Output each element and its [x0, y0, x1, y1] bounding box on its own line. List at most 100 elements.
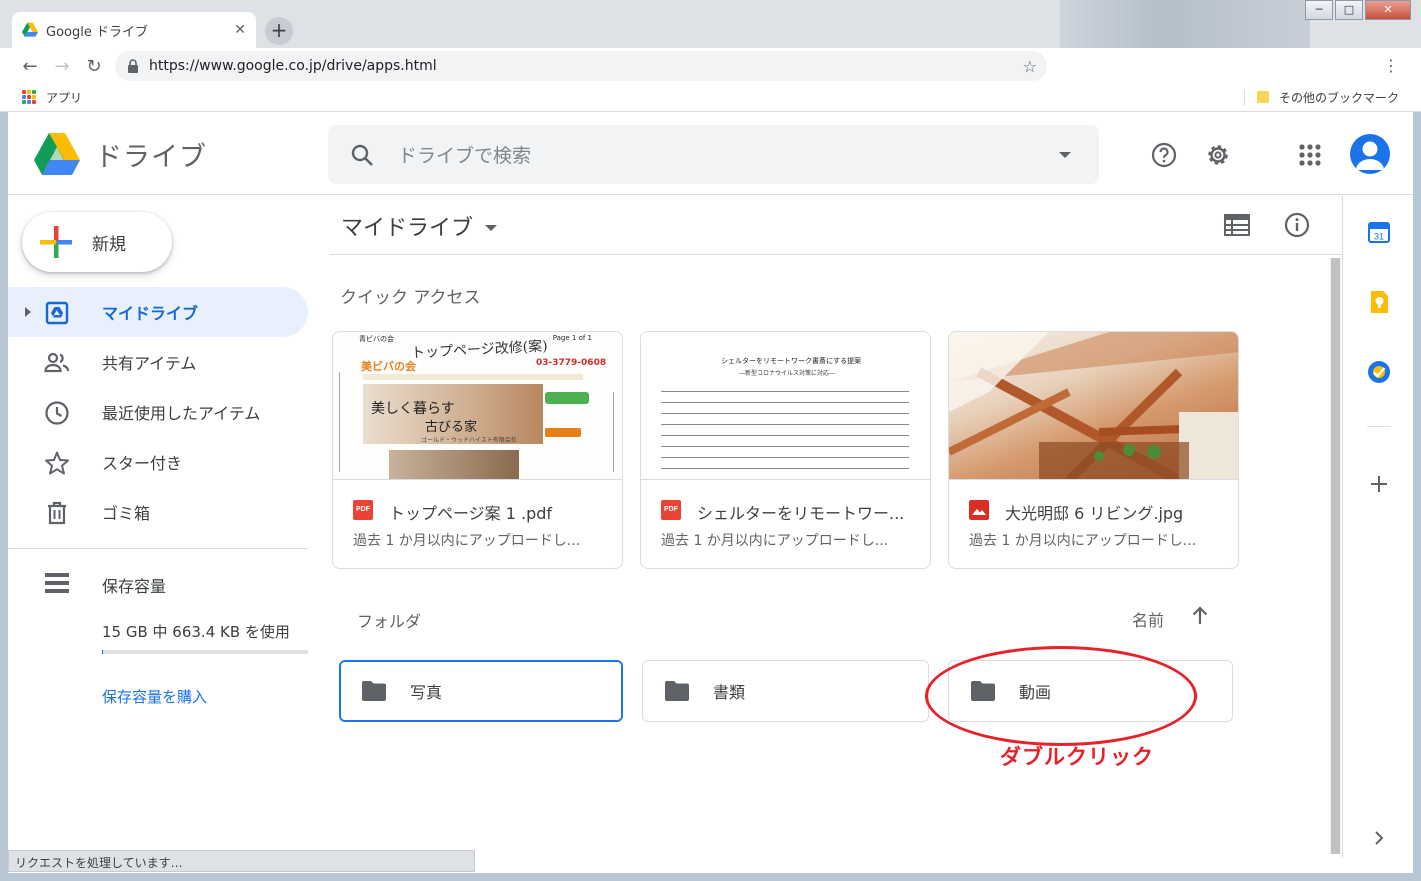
quick-access-card[interactable]: シェルターをリモートワーク書斎にする提案 ―新型コロナウイルス対策に対応― PD…	[640, 331, 931, 569]
storage-icon	[45, 573, 69, 593]
window-controls: ─ □ ✕	[1303, 0, 1411, 20]
main-divider	[330, 254, 1342, 255]
calendar-icon[interactable]: 31	[1367, 220, 1391, 244]
list-view-icon[interactable]	[1224, 214, 1250, 236]
reload-icon[interactable]: ↻	[78, 56, 110, 77]
sidebar-item-label: ゴミ箱	[102, 504, 151, 523]
living-room-photo	[949, 332, 1238, 479]
sidebar-item-label: マイドライブ	[102, 304, 199, 323]
storage-used-text: 15 GB 中 663.4 KB を使用	[102, 623, 290, 641]
file-subtitle: 過去 1 か月以内にアップロードし...	[969, 533, 1197, 549]
file-name: 大光明邸 6 リビング.jpg	[1005, 504, 1184, 523]
search-icon[interactable]	[350, 143, 374, 167]
expand-arrow-icon[interactable]	[25, 307, 31, 317]
sidebar-item-trash[interactable]: ゴミ箱	[8, 487, 308, 537]
new-button[interactable]: 新規	[22, 212, 172, 272]
storage-label[interactable]: 保存容量	[102, 573, 166, 597]
app-name: ドライブ	[95, 142, 207, 173]
folder-item[interactable]: 書類	[642, 660, 929, 722]
lock-icon	[128, 59, 138, 73]
minimize-button[interactable]: ─	[1305, 0, 1333, 20]
thumb-phone: 03-3779-0608	[536, 358, 607, 368]
vertical-scrollbar[interactable]	[1330, 258, 1341, 854]
clock-icon	[45, 401, 69, 425]
thumb-bottom: ゴールド・ウッドハイスト有限会社	[421, 437, 517, 444]
browser-titlebar: Google ドライブ ✕ + ─ □ ✕	[0, 0, 1421, 48]
sidebar-item-label: 最近使用したアイテム	[102, 404, 261, 423]
quick-access-card[interactable]: 青ビバの会 Page 1 of 1 トップページ改修(案) 美ビバの会 03-3…	[332, 331, 623, 569]
file-subtitle: 過去 1 か月以内にアップロードし...	[661, 533, 889, 549]
bookmark-apps[interactable]: アプリ	[46, 89, 82, 106]
browser-menu-icon[interactable]: ⋮	[1383, 56, 1399, 75]
thumb-tag: 青ビバの会	[359, 335, 394, 343]
bookmark-star-icon[interactable]: ☆	[1023, 57, 1037, 76]
file-thumbnail	[949, 332, 1238, 480]
sidebar-item-recent[interactable]: 最近使用したアイテム	[8, 387, 308, 437]
browser-status-bar: リクエストを処理しています…	[8, 850, 475, 872]
tasks-icon[interactable]	[1367, 360, 1391, 384]
buy-storage-link[interactable]: 保存容量を購入	[102, 686, 207, 707]
window-frame-right	[1413, 112, 1421, 873]
calendar-day: 31	[1374, 232, 1384, 242]
chevron-right-icon[interactable]	[1367, 826, 1391, 850]
address-bar[interactable]: https://www.google.co.jp/drive/apps.html…	[115, 51, 1047, 81]
apps-grid-icon[interactable]	[22, 90, 36, 104]
bookmark-other[interactable]: その他のブックマーク	[1279, 89, 1399, 106]
file-thumbnail: 青ビバの会 Page 1 of 1 トップページ改修(案) 美ビバの会 03-3…	[333, 332, 622, 480]
browser-tab[interactable]: Google ドライブ ✕	[12, 12, 256, 48]
sidebar-item-shared[interactable]: 共有アイテム	[8, 337, 308, 387]
maximize-button[interactable]: □	[1335, 0, 1363, 20]
search-bar[interactable]: ドライブで検索	[328, 125, 1099, 184]
info-icon[interactable]	[1284, 212, 1310, 238]
file-subtitle: 過去 1 か月以内にアップロードし...	[353, 533, 581, 549]
bookmark-divider	[1244, 90, 1245, 106]
search-input[interactable]: ドライブで検索	[398, 141, 1059, 168]
sidebar-item-starred[interactable]: スター付き	[8, 437, 308, 487]
folders-title: フォルダ	[357, 612, 422, 631]
breadcrumb-my-drive[interactable]: マイドライブ	[341, 210, 498, 242]
trash-icon	[48, 501, 66, 525]
quick-access-card[interactable]: 大光明邸 6 リビング.jpg 過去 1 か月以内にアップロードし...	[948, 331, 1239, 569]
help-icon[interactable]	[1150, 141, 1178, 169]
thumb-tagline-1: 美しく暮らす	[371, 401, 455, 417]
folder-name: 書類	[713, 683, 746, 702]
file-name: トップページ案 1 .pdf	[389, 504, 553, 523]
close-tab-icon[interactable]: ✕	[234, 22, 246, 38]
bookmark-folder-icon	[1257, 91, 1269, 103]
new-tab-button[interactable]: +	[265, 17, 293, 45]
browser-toolbar: ← → ↻ https://www.google.co.jp/drive/app…	[0, 48, 1421, 84]
google-apps-icon[interactable]	[1296, 141, 1324, 169]
sort-ascending-icon[interactable]	[1190, 605, 1210, 627]
search-options-icon[interactable]	[1059, 151, 1071, 158]
folder-item[interactable]: 写真	[339, 660, 623, 722]
back-icon[interactable]: ←	[14, 56, 46, 77]
dropdown-arrow-icon	[485, 225, 498, 231]
settings-gear-icon[interactable]	[1204, 141, 1232, 169]
sort-by-name-button[interactable]: 名前	[1132, 607, 1164, 631]
drive-logo-icon[interactable]	[34, 133, 80, 175]
my-drive-icon	[45, 301, 69, 325]
sidebar-item-label: スター付き	[102, 454, 183, 473]
window-frame-bottom	[0, 873, 1421, 881]
sidebar-item-my-drive[interactable]: マイドライブ	[8, 287, 308, 337]
forward-icon[interactable]: →	[46, 56, 78, 77]
add-addon-icon[interactable]	[1367, 472, 1391, 496]
keep-icon[interactable]	[1367, 290, 1391, 314]
star-icon	[45, 451, 69, 475]
plus-icon	[40, 226, 72, 258]
drive-header: ドライブ ドライブで検索	[8, 113, 1413, 195]
people-icon	[44, 352, 70, 373]
close-window-button[interactable]: ✕	[1365, 0, 1411, 20]
page-title: マイドライブ	[341, 216, 474, 241]
new-button-label: 新規	[92, 234, 126, 255]
window-frame-left	[0, 112, 8, 873]
thumb-doc-subtitle: ―新型コロナウイルス対策に対応―	[739, 370, 836, 377]
file-thumbnail: シェルターをリモートワーク書斎にする提案 ―新型コロナウイルス対策に対応―	[641, 332, 930, 480]
thumb-page: Page 1 of 1	[552, 334, 592, 342]
side-panel-divider	[1367, 426, 1391, 427]
person-icon	[1356, 141, 1384, 170]
sidebar-divider	[8, 548, 308, 549]
scrollbar-thumb[interactable]	[1331, 258, 1340, 854]
folder-icon	[362, 681, 386, 701]
account-avatar[interactable]	[1350, 134, 1390, 174]
